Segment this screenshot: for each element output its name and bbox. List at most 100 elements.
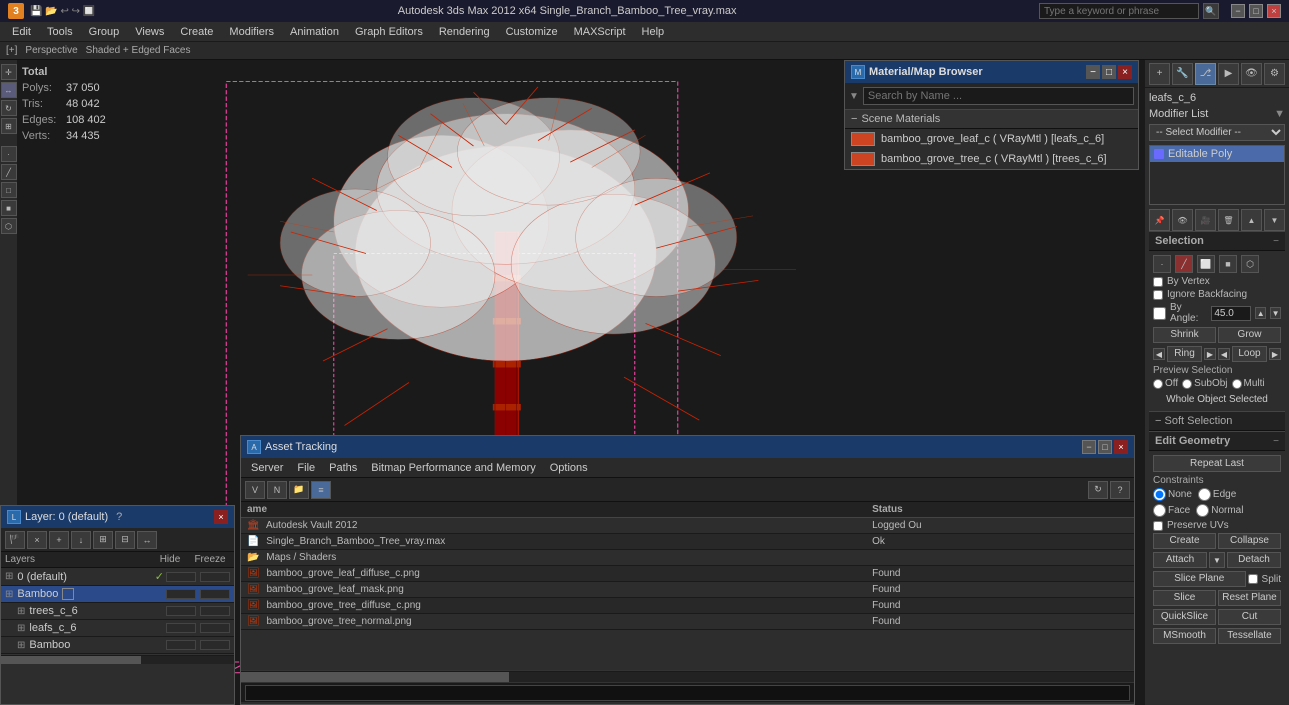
layer-hide-1[interactable] <box>166 589 196 599</box>
collapse-btn[interactable]: Collapse <box>1218 533 1281 549</box>
reset-plane-btn[interactable]: Reset Plane <box>1218 590 1281 606</box>
scale-tool-btn[interactable]: ⊞ <box>1 118 17 134</box>
mod-move-down-btn[interactable]: ▼ <box>1264 209 1285 231</box>
detach-btn[interactable]: Detach <box>1227 552 1281 568</box>
menu-item-modifiers[interactable]: Modifiers <box>221 22 282 42</box>
lp-tool-1[interactable]: 🏴 <box>5 531 25 549</box>
menu-item-tools[interactable]: Tools <box>39 22 81 42</box>
repeat-last-btn[interactable]: Repeat Last <box>1153 455 1281 472</box>
menu-item-views[interactable]: Views <box>127 22 172 42</box>
at-scrollbar[interactable] <box>241 670 1134 682</box>
rp-create-btn[interactable]: + <box>1149 63 1170 85</box>
preserve-uvs-checkbox[interactable] <box>1153 521 1163 531</box>
layer-hide-3[interactable] <box>166 623 196 633</box>
layer-item-2[interactable]: ⊞ trees_c_6 <box>1 603 234 620</box>
mod-render-btn[interactable]: 🎥 <box>1195 209 1216 231</box>
layer-item-4[interactable]: ⊞ Bamboo <box>1 637 234 654</box>
angle-up-btn[interactable]: ▲ <box>1255 307 1266 319</box>
menu-item-help[interactable]: Help <box>634 22 673 42</box>
border-btn[interactable]: ⬜ <box>1197 255 1215 273</box>
lp-question-btn[interactable]: ? <box>116 511 122 523</box>
attach-list-btn[interactable]: ▼ <box>1209 552 1225 568</box>
at-tool-list[interactable]: ≡ <box>311 481 331 499</box>
layer-hide-4[interactable] <box>166 640 196 650</box>
nav-label[interactable]: [+] <box>6 45 17 56</box>
split-checkbox[interactable] <box>1248 574 1258 584</box>
none-constraint-radio[interactable] <box>1153 488 1166 501</box>
at-menu-options[interactable]: Options <box>544 458 594 478</box>
preview-multi-radio[interactable] <box>1232 379 1242 389</box>
angle-input[interactable] <box>1211 306 1251 321</box>
layer-freeze-2[interactable] <box>200 606 230 616</box>
slice-btn[interactable]: Slice <box>1153 590 1216 606</box>
view-label[interactable]: Perspective <box>25 45 77 56</box>
scene-mat-expand[interactable]: − <box>851 113 857 125</box>
minimize-button[interactable]: − <box>1231 4 1245 18</box>
vertex-btn[interactable]: · <box>1153 255 1171 273</box>
at-tool-help[interactable]: ? <box>1110 481 1130 499</box>
lp-tool-5[interactable]: ⊟ <box>115 531 135 549</box>
at-maximize-btn[interactable]: □ <box>1098 440 1112 454</box>
material-search-input[interactable] <box>863 87 1134 105</box>
ring-next-btn[interactable]: ▶ <box>1204 348 1216 360</box>
poly-subobj-btn[interactable]: ■ <box>1 200 17 216</box>
quickslice-btn[interactable]: QuickSlice <box>1153 609 1216 625</box>
modifier-list-arrow[interactable]: ▼ <box>1274 108 1285 120</box>
msmooth-btn[interactable]: MSmooth <box>1153 628 1216 644</box>
at-tool-vault[interactable]: V <box>245 481 265 499</box>
lp-scrollbar[interactable] <box>1 654 234 664</box>
angle-down-btn[interactable]: ▼ <box>1270 307 1281 319</box>
edge-btn[interactable]: ╱ <box>1175 255 1193 273</box>
normal-constraint-radio[interactable] <box>1196 504 1209 517</box>
at-menu-bitmap[interactable]: Bitmap Performance and Memory <box>365 458 541 478</box>
material-item-0[interactable]: bamboo_grove_leaf_c ( VRayMtl ) [leafs_c… <box>845 129 1138 149</box>
edge-subobj-btn[interactable]: ╱ <box>1 164 17 180</box>
at-row-6[interactable]: 🖼 bamboo_grove_tree_normal.png Found <box>241 614 1134 630</box>
mod-delete-btn[interactable]: 🗑 <box>1218 209 1239 231</box>
lp-sb-thumb[interactable] <box>1 656 141 664</box>
layer-freeze-4[interactable] <box>200 640 230 650</box>
menu-item-group[interactable]: Group <box>81 22 128 42</box>
attach-btn[interactable]: Attach <box>1153 552 1207 568</box>
soft-selection-header[interactable]: − Soft Selection <box>1149 411 1285 431</box>
layer-freeze-0[interactable] <box>200 572 230 582</box>
preview-subobj-radio[interactable] <box>1182 379 1192 389</box>
search-button[interactable]: 🔍 <box>1203 3 1219 19</box>
layer-freeze-1[interactable] <box>200 589 230 599</box>
at-menu-paths[interactable]: Paths <box>323 458 363 478</box>
move-tool-btn[interactable]: ↔ <box>1 82 17 98</box>
grow-btn[interactable]: Grow <box>1218 327 1281 343</box>
create-btn[interactable]: Create <box>1153 533 1216 549</box>
by-angle-checkbox[interactable] <box>1153 307 1166 320</box>
layer-item-1[interactable]: ⊞ Bamboo <box>1 586 234 603</box>
rp-motion-btn[interactable]: ▶ <box>1218 63 1239 85</box>
ring-btn[interactable]: Ring <box>1167 346 1202 362</box>
at-table[interactable]: ame Status 🏛 Autodesk Vault 2012 Logged … <box>241 502 1134 670</box>
lp-tool-add[interactable]: + <box>49 531 69 549</box>
layer-hide-2[interactable] <box>166 606 196 616</box>
at-row-1[interactable]: 📄 Single_Branch_Bamboo_Tree_vray.max Ok <box>241 534 1134 550</box>
slice-plane-btn[interactable]: Slice Plane <box>1153 571 1246 587</box>
loop-btn[interactable]: Loop <box>1232 346 1267 362</box>
mat-close-btn[interactable]: × <box>1118 65 1132 79</box>
mod-stack-btn[interactable]: 👁 <box>1172 209 1193 231</box>
menu-item-maxscript[interactable]: MAXScript <box>566 22 634 42</box>
at-menu-server[interactable]: Server <box>245 458 289 478</box>
vertex-subobj-btn[interactable]: · <box>1 146 17 162</box>
loop-next-btn[interactable]: ▶ <box>1269 348 1281 360</box>
modifier-dropdown[interactable]: -- Select Modifier -- <box>1149 124 1285 141</box>
rotate-tool-btn[interactable]: ↻ <box>1 100 17 116</box>
lp-close-btn[interactable]: × <box>214 510 228 524</box>
at-scrollbar-thumb[interactable] <box>241 672 509 682</box>
at-row-2[interactable]: 📂 Maps / Shaders <box>241 550 1134 566</box>
maximize-button[interactable]: □ <box>1249 4 1263 18</box>
editable-poly-item[interactable]: Editable Poly <box>1150 146 1284 162</box>
element-subobj-btn[interactable]: ⬡ <box>1 218 17 234</box>
edit-geo-collapse[interactable]: − <box>1273 436 1279 447</box>
layer-hide-0[interactable] <box>166 572 196 582</box>
mat-minimize-btn[interactable]: − <box>1086 65 1100 79</box>
shrink-btn[interactable]: Shrink <box>1153 327 1216 343</box>
face-constraint-radio[interactable] <box>1153 504 1166 517</box>
selection-section-header[interactable]: Selection − <box>1149 231 1285 251</box>
layer-item-3[interactable]: ⊞ leafs_c_6 <box>1 620 234 637</box>
